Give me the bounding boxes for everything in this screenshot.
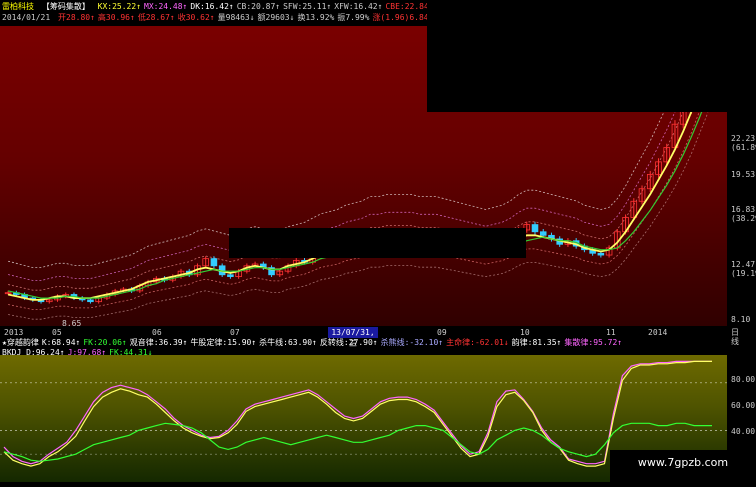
value-item: 低28.67↑ [137, 13, 175, 22]
envelope-line [8, 112, 709, 320]
value-item: 量98463↓ [217, 13, 255, 22]
value-item: 额29603↓ [257, 13, 295, 22]
osc-axis-label: 60.00 [731, 401, 756, 410]
time-label: 2013 [4, 328, 24, 337]
axis-label: 8.10 [731, 315, 751, 324]
value-item: 振7.99% [337, 13, 370, 22]
candle-body [210, 258, 218, 267]
period-button[interactable]: 日线 [731, 328, 739, 346]
overlay-block-top-right [427, 0, 727, 112]
value-item: 开28.80↑ [58, 13, 95, 22]
value-item: 高30.96↑ [97, 13, 135, 22]
time-label: 06 [152, 328, 162, 337]
header-row-1: 雷柏科技 【筹码集散】 KX:25.22↑ MX:24.48↑ DK:16.42↑ C… [2, 2, 472, 12]
axis-label: 22.23 [731, 134, 756, 143]
value-item: 主命律:-62.01↓ [446, 338, 509, 347]
series-line-mx [7, 95, 709, 299]
value-item: K:68.94↑ [41, 338, 81, 347]
axis-label: (61.8%) [731, 143, 756, 152]
candle-body [597, 252, 605, 256]
axis-label: 12.47 [731, 260, 756, 269]
osc-axis-label: 80.00 [731, 375, 756, 384]
candle-body [87, 299, 94, 303]
envelope-line [8, 88, 709, 310]
overlay-block-middle [229, 228, 526, 258]
value-item: 涨(1.96)6.84% [372, 13, 434, 22]
ohlc-values: 开28.80↑ 高30.96↑ 低28.67↑ 收30.62↑ 量98463↓ 额2960… [58, 13, 455, 22]
value-item: XFW:16.42↑ [334, 2, 383, 11]
value-item: 收30.62↑ [177, 13, 215, 22]
indicator-values: KX:25.22↑ MX:24.48↑ DK:16.42↑ CB:20.87↑ SFW:… [98, 2, 469, 11]
value-item: FK:20.06↑ [83, 338, 127, 347]
candle-body [227, 274, 234, 277]
value-item: 反转线:27.90↑ [319, 338, 378, 347]
time-label: 05 [52, 328, 62, 337]
time-label: 10 [520, 328, 530, 337]
time-label: 09 [437, 328, 447, 337]
axis-label: (19.1%) [731, 269, 756, 278]
value-item: SFW:25.11↑ [283, 2, 332, 11]
header-row-2: 2014/01/21 开28.80↑ 高30.96↑ 低28.67↑ 收30.62↑ 量… [2, 13, 458, 23]
value-item: 杀熊线:-32.10↑ [380, 338, 444, 347]
value-item: 观音律:36.39↑ [129, 338, 188, 347]
time-label: 11 [606, 328, 616, 337]
value-item: DK:16.42↑ [190, 2, 234, 11]
oscillator-values: ★穿越韵律 K:68.94↑ FK:20.06↑ 观音律:36.39↑ 牛股定律:15.… [2, 338, 625, 347]
low-price-marker: 8.65 [62, 319, 82, 328]
value-item: 换13.92% [297, 13, 335, 22]
candle-body [539, 231, 547, 236]
axis-label: (38.2%) [731, 214, 756, 223]
time-label: 07 [230, 328, 240, 337]
osc-axis-label: 40.00 [731, 427, 756, 436]
osc-line-j [3, 360, 712, 465]
value-item: CB:20.87↑ [236, 2, 281, 11]
value-item: 杀牛线:63.90↑ [259, 338, 317, 347]
stock-name: 雷柏科技 [2, 2, 34, 11]
value-item: 集散律:95.72↑ [564, 338, 623, 347]
axis-label: 16.83 [731, 205, 756, 214]
time-label: 2014 [648, 328, 668, 337]
axis-label: 19.53 [731, 170, 756, 179]
value-item: KX:25.22↑ [97, 2, 142, 11]
value-item: ★穿越韵律 [2, 338, 39, 347]
oscillator-header-1: ★穿越韵律 K:68.94↑ FK:20.06↑ 观音律:36.39↑ 牛股定律:15.… [2, 338, 628, 348]
selected-date: 13/07/31,三 [328, 327, 378, 348]
osc-line-k [3, 360, 712, 467]
date-label: 2014/01/21 [2, 13, 51, 22]
indicator-name[interactable]: 【筹码集散】 [42, 2, 90, 11]
candle-body [531, 224, 539, 233]
value-item: MX:24.48↑ [144, 2, 188, 11]
watermark: www.7gpzb.com [610, 450, 756, 487]
value-item: 韵律:81.35↑ [511, 338, 562, 347]
value-item: 牛股定律:15.90↑ [190, 338, 257, 347]
